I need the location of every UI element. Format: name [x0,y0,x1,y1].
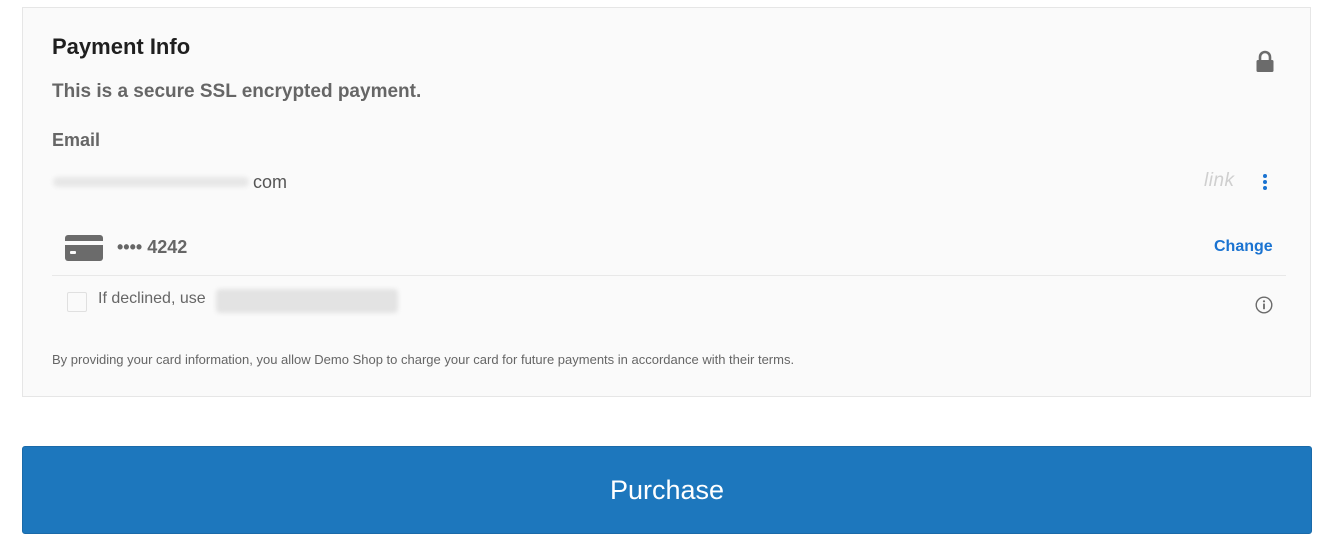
payment-info-panel: Payment Info This is a secure SSL encryp… [22,7,1311,397]
declined-label: If declined, use [98,290,206,307]
email-value: com [53,171,287,193]
secure-payment-text: This is a secure SSL encrypted payment. [52,81,422,102]
redacted-email [53,177,249,187]
link-logo: link [1204,170,1235,191]
purchase-button[interactable]: Purchase [22,446,1312,534]
card-number: •••• 4242 [117,237,188,257]
email-label: Email [52,130,101,150]
divider [52,275,1286,276]
change-card-link[interactable]: Change [1214,238,1273,256]
redacted-fallback-card [216,289,398,313]
credit-card-icon [65,235,103,261]
info-icon[interactable] [1255,296,1273,314]
declined-fallback-checkbox[interactable] [67,292,87,312]
terms-text: By providing your card information, you … [52,352,795,367]
more-vertical-icon[interactable] [1257,172,1273,192]
email-suffix: com [253,171,288,192]
lock-icon [1256,50,1274,72]
payment-info-title: Payment Info [52,34,191,59]
